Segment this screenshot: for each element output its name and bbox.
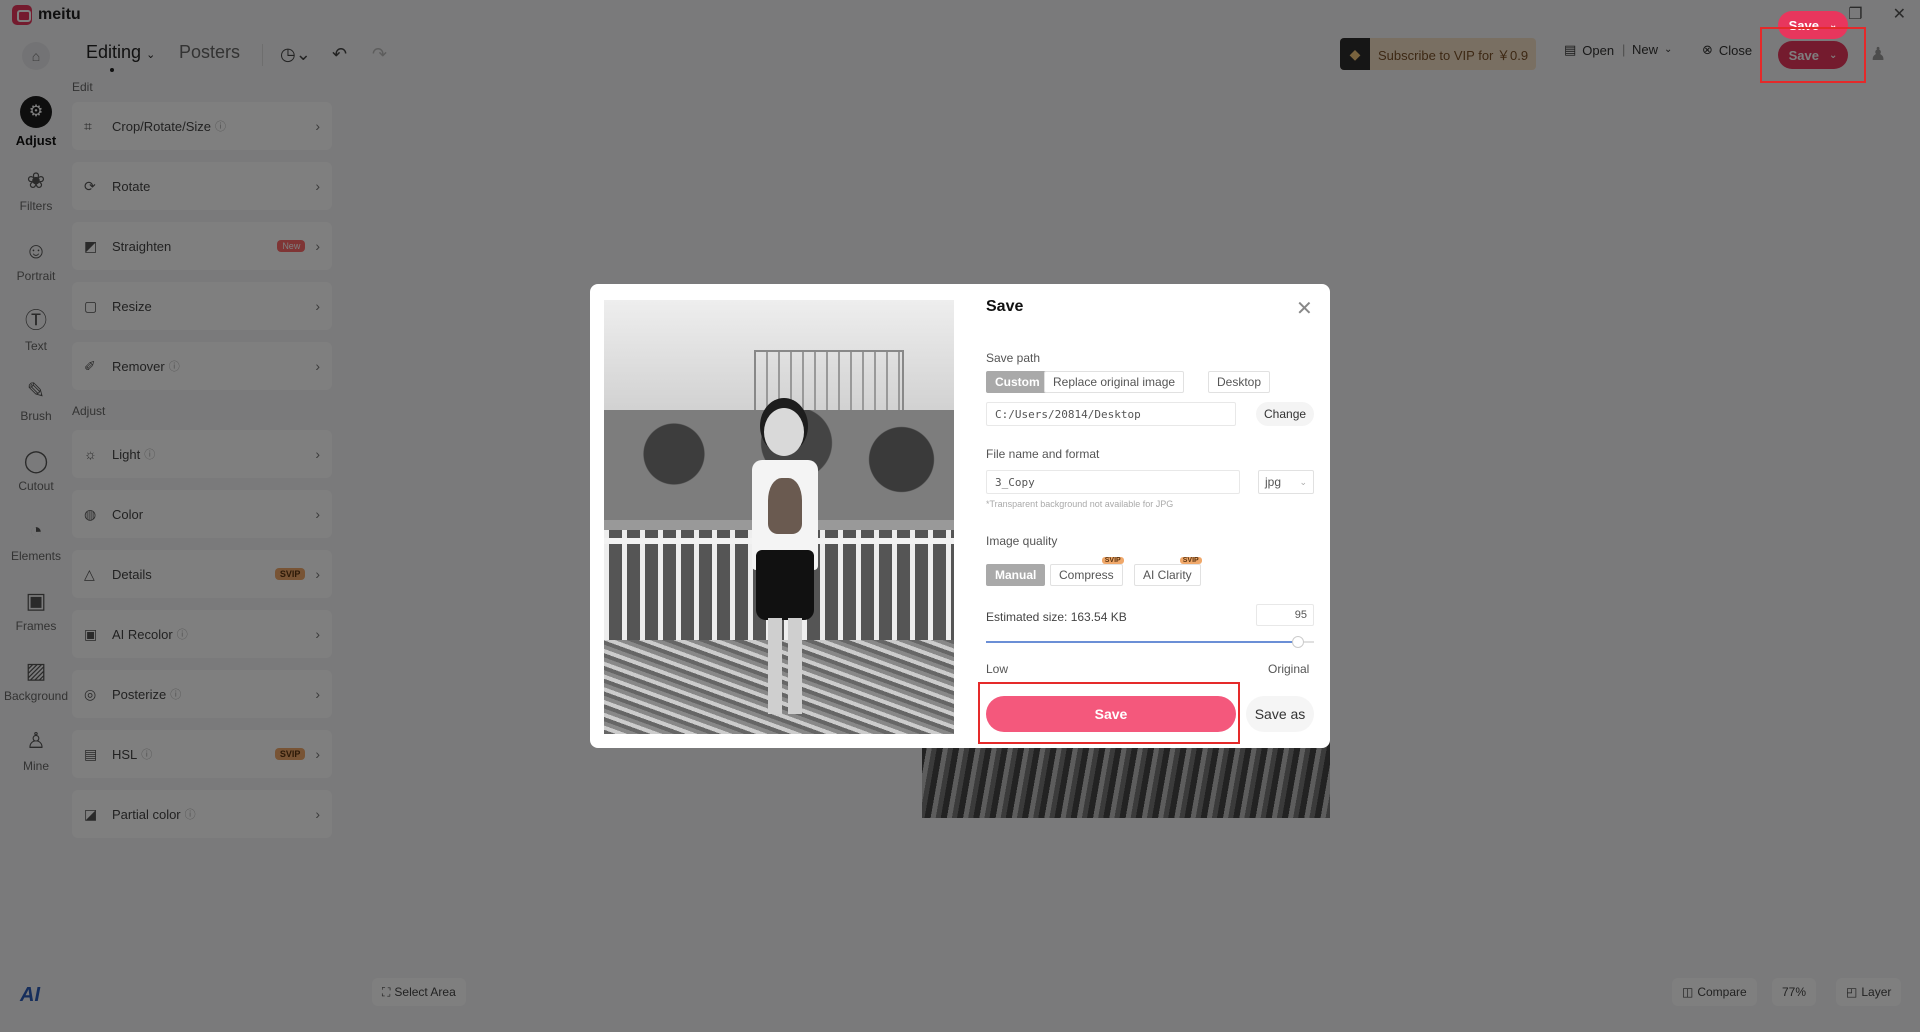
quality-slider-fill [986,641,1298,643]
save-dialog: Save ✕ Save path Custom Replace original… [590,284,1330,748]
path-option-custom[interactable]: Custom [986,371,1049,393]
save-path-field[interactable]: C:/Users/20814/Desktop [986,402,1236,426]
chevron-down-icon: ⌄ [1828,19,1838,31]
quality-slider[interactable] [986,636,1314,648]
file-name-input[interactable]: 3_Copy [986,470,1240,494]
path-option-replace-original[interactable]: Replace original image [1044,371,1185,393]
top-save-button-highlighted[interactable]: Save ⌄ [1778,11,1848,39]
dialog-close-icon[interactable]: ✕ [1296,296,1313,321]
svip-badge: SVIP [1101,557,1124,564]
slider-original-label: Original [1268,662,1310,676]
quality-slider-thumb[interactable] [1291,636,1304,648]
chevron-down-icon: ⌄ [1299,476,1307,487]
format-hint: *Transparent background not available fo… [986,499,1174,509]
dialog-title: Save [986,298,1024,315]
quality-option-ai-clarity[interactable]: AI Clarity SVIP [1134,557,1202,586]
change-path-button[interactable]: Change [1256,402,1315,426]
svip-badge: SVIP [1179,557,1202,564]
image-quality-label: Image quality [986,534,1058,548]
dialog-save-button[interactable]: Save [986,696,1236,732]
estimated-size: Estimated size: 163.54 KB [986,610,1127,624]
quality-option-manual[interactable]: Manual [986,564,1046,586]
format-select[interactable]: jpg ⌄ [1258,470,1314,494]
path-option-desktop[interactable]: Desktop [1208,371,1271,393]
save-path-label: Save path [986,351,1041,365]
slider-low-label: Low [986,662,1009,676]
save-as-button[interactable]: Save as [1246,696,1314,732]
file-name-format-label: File name and format [986,447,1100,461]
quality-option-compress[interactable]: Compress SVIP [1050,557,1124,586]
image-preview [604,300,954,734]
quality-value-input[interactable]: 95 [1256,604,1314,626]
